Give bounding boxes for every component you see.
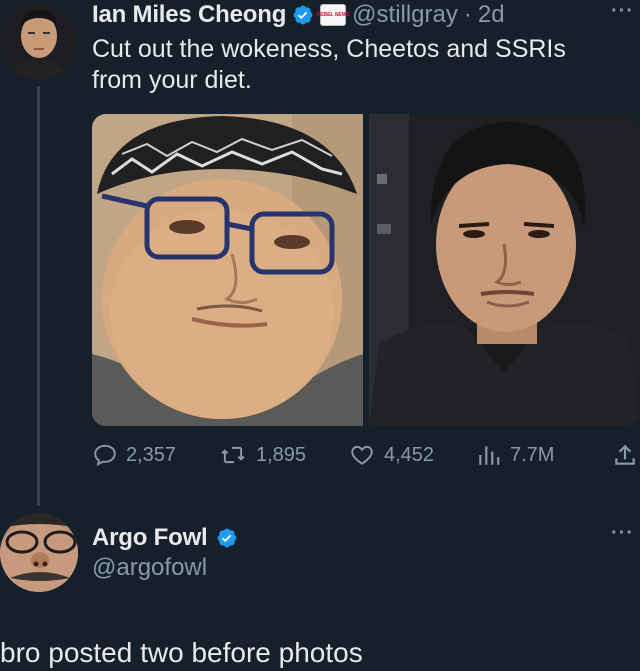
affiliation-badge-icon[interactable]: REBEL NEWS — [317, 4, 350, 26]
views-chart-icon — [479, 446, 500, 465]
author-name[interactable]: Ian Miles Cheong — [92, 1, 286, 29]
tweet-actions-bar: 2,357 1,895 4,452 7.7M — [92, 440, 640, 470]
verified-badge-icon — [293, 5, 313, 25]
reply-header: Argo Fowl — [92, 522, 238, 554]
reply-icon — [94, 444, 116, 467]
repost-button[interactable]: 1,895 — [218, 440, 306, 470]
repost-icon — [221, 446, 245, 464]
author-avatar-argo[interactable] — [0, 514, 78, 592]
share-button[interactable] — [612, 440, 638, 470]
tweet-text-line-1: Cut out the wokeness, Cheetos and SSRIs — [92, 35, 566, 63]
share-upload-icon — [615, 444, 635, 465]
heart-icon — [351, 445, 373, 465]
author-handle[interactable]: @stillgray — [352, 1, 458, 29]
reply-author-name[interactable]: Argo Fowl — [92, 524, 208, 552]
meme-caption: bro posted two before photos — [0, 637, 363, 668]
author-avatar-ian[interactable] — [0, 2, 78, 80]
reply-button[interactable]: 2,357 — [92, 440, 176, 470]
like-button[interactable]: 4,452 — [348, 440, 434, 470]
thread-connector-line — [37, 86, 40, 506]
views-button[interactable]: 7.7M — [476, 440, 554, 470]
separator-dot: · — [463, 1, 472, 28]
tweet-media-grid — [92, 114, 640, 426]
tweet-timestamp[interactable]: 2d — [478, 1, 505, 29]
reply-count: 2,357 — [126, 443, 177, 466]
tweet-text-line-2: from your diet. — [92, 66, 252, 94]
like-count: 4,452 — [384, 443, 435, 466]
reply-author-handle[interactable]: @argofowl — [92, 554, 207, 582]
tweet-header: Ian Miles Cheong REBEL NEWS @stillgray ·… — [92, 0, 505, 30]
photo-after[interactable] — [369, 114, 640, 426]
affiliation-badge-text: REBEL NEWS — [316, 11, 350, 18]
repost-count: 1,895 — [256, 443, 307, 466]
screenshot-root: Ian Miles Cheong REBEL NEWS @stillgray ·… — [0, 0, 640, 671]
more-options-icon[interactable]: ··· — [611, 522, 634, 545]
views-count: 7.7M — [510, 443, 555, 466]
photo-before[interactable] — [92, 114, 363, 426]
verified-badge-icon — [217, 528, 236, 548]
more-options-icon[interactable]: ··· — [611, 0, 634, 23]
tweet-text: Cut out the wokeness, Cheetos and SSRIs … — [92, 34, 612, 96]
